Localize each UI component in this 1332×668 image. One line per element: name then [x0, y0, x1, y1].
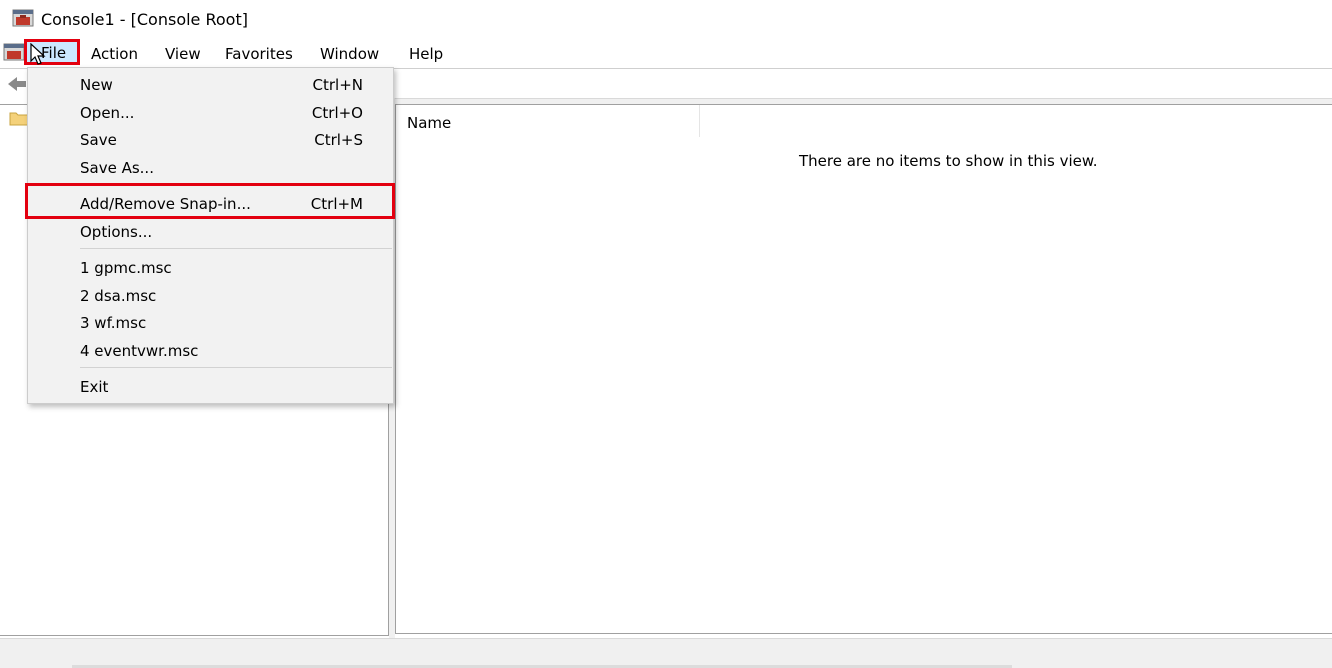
highlight-box [25, 183, 395, 219]
mouse-pointer-icon [30, 43, 46, 65]
status-bar [0, 638, 1332, 668]
menu-favorites[interactable]: Favorites [225, 44, 293, 64]
menu-item-label: 3 wf.msc [80, 314, 147, 332]
title-bar: Console1 - [Console Root] [0, 0, 1332, 40]
menu-item-shortcut: Ctrl+O [311, 104, 363, 122]
menu-item-label: Open... [80, 104, 135, 122]
result-pane[interactable]: Name There are no items to show in this … [395, 104, 1332, 634]
menu-item-label: Options... [80, 223, 153, 241]
menu-window[interactable]: Window [320, 44, 379, 64]
menu-item-recent-2[interactable]: 2 dsa.msc [28, 284, 393, 310]
menu-separator [80, 367, 392, 368]
menu-item-shortcut: Ctrl+N [312, 76, 363, 94]
menu-item-recent-3[interactable]: 3 wf.msc [28, 311, 393, 337]
menu-item-new[interactable]: New Ctrl+N [28, 73, 393, 99]
menu-action[interactable]: Action [91, 44, 138, 64]
file-menu-dropdown: New Ctrl+N Open... Ctrl+O Save Ctrl+S Sa… [25, 67, 395, 404]
column-header-name[interactable]: Name [396, 105, 700, 137]
column-header-label: Name [407, 114, 452, 132]
menu-item-label: Save As... [80, 159, 154, 177]
menu-item-label: New [80, 76, 113, 94]
menu-item-label: 1 gpmc.msc [80, 259, 172, 277]
menu-item-save-as[interactable]: Save As... [28, 156, 393, 182]
menu-item-exit[interactable]: Exit [28, 375, 393, 401]
menu-item-shortcut: Ctrl+S [314, 131, 363, 149]
empty-view-message: There are no items to show in this view. [799, 152, 1098, 170]
folder-icon[interactable] [9, 110, 29, 126]
menu-item-label: 4 eventvwr.msc [80, 342, 199, 360]
menu-help[interactable]: Help [409, 44, 443, 64]
menu-view[interactable]: View [165, 44, 201, 64]
menu-item-open[interactable]: Open... Ctrl+O [28, 101, 393, 127]
menu-bar: File Action View Favorites Window Help [0, 39, 1332, 68]
mmc-console-icon [12, 9, 34, 27]
window-title: Console1 - [Console Root] [41, 10, 248, 29]
back-arrow-icon[interactable] [6, 75, 28, 93]
console-doc-icon[interactable] [3, 43, 25, 63]
menu-item-recent-1[interactable]: 1 gpmc.msc [28, 256, 393, 282]
menu-item-options[interactable]: Options... [28, 220, 393, 246]
menu-item-label: 2 dsa.msc [80, 287, 157, 305]
menu-item-save[interactable]: Save Ctrl+S [28, 128, 393, 154]
menu-item-recent-4[interactable]: 4 eventvwr.msc [28, 339, 393, 365]
menu-separator [80, 248, 392, 249]
menu-item-label: Exit [80, 378, 109, 396]
menu-item-label: Save [80, 131, 117, 149]
